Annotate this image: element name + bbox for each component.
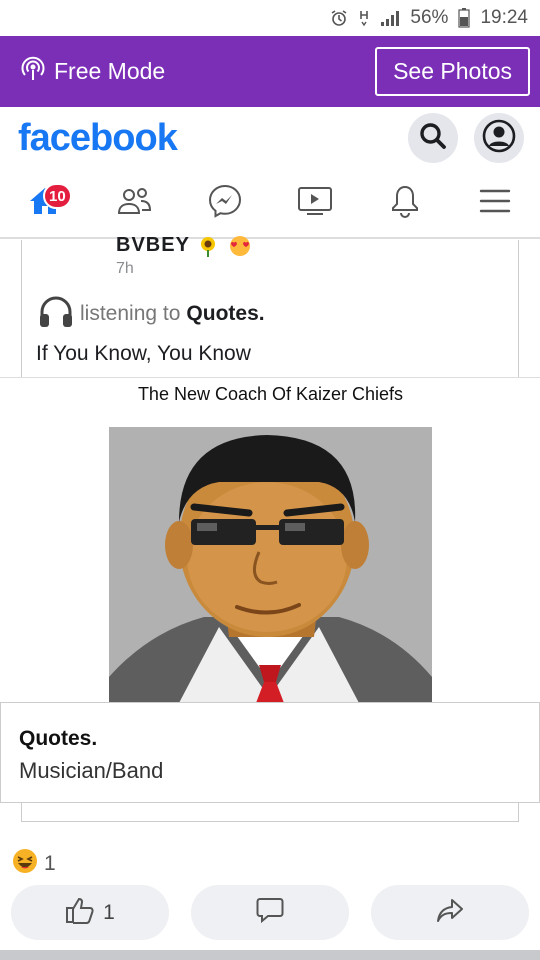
nav-menu[interactable]	[465, 173, 525, 233]
signal-icon	[380, 9, 400, 27]
facebook-logo[interactable]: facebook	[18, 117, 178, 160]
post-text: If You Know, You Know	[36, 342, 251, 365]
battery-percent: 56%	[410, 7, 449, 28]
post-author-text: BVBEY	[116, 234, 190, 256]
activity-target-link[interactable]: Quotes.	[186, 302, 264, 326]
app-header: facebook	[0, 107, 540, 169]
search-icon	[418, 121, 448, 156]
battery-icon	[458, 8, 471, 28]
laughing-emoji-icon	[12, 848, 38, 880]
nav-notifications[interactable]	[375, 173, 435, 233]
share-icon	[436, 897, 464, 929]
heart-eyes-emoji-icon	[227, 234, 253, 256]
see-photos-button[interactable]: See Photos	[375, 47, 530, 96]
comment-icon	[256, 896, 284, 930]
friends-icon	[117, 186, 153, 221]
watch-icon	[297, 185, 333, 222]
sunflower-emoji-icon	[196, 234, 227, 257]
home-notification-badge: 10	[43, 183, 72, 209]
post-header: BVBEY 7h listening to Quotes. If You Kno…	[21, 234, 519, 378]
bottom-divider	[0, 950, 540, 960]
post-timestamp[interactable]: 7h	[116, 260, 134, 278]
like-count: 1	[103, 900, 115, 924]
headphones-icon	[38, 294, 74, 334]
clock: 19:24	[480, 7, 528, 28]
menu-icon	[479, 187, 511, 220]
nav-friends[interactable]	[105, 173, 165, 233]
cartoon-portrait-image	[109, 427, 432, 703]
post-activity: listening to Quotes.	[38, 294, 265, 334]
page-category: Musician/Band	[19, 758, 164, 783]
thumbs-up-icon	[65, 896, 95, 930]
notifications-icon	[390, 184, 420, 223]
reaction-count: 1	[44, 852, 56, 875]
alarm-icon	[330, 9, 348, 27]
comment-button[interactable]	[191, 885, 349, 940]
page-name[interactable]: Quotes.	[19, 727, 97, 751]
reaction-summary[interactable]: 1	[12, 848, 56, 880]
post-actions: 1	[0, 885, 540, 941]
post-author[interactable]: BVBEY	[116, 234, 253, 257]
post-frame-bottom	[21, 803, 519, 822]
post-image[interactable]: The New Coach Of Kaizer Chiefs	[109, 378, 432, 703]
activity-prefix: listening to	[80, 302, 181, 325]
search-button[interactable]	[408, 113, 458, 163]
share-button[interactable]	[371, 885, 529, 940]
nav-home[interactable]: 10	[15, 173, 75, 233]
profile-button[interactable]	[474, 113, 524, 163]
messenger-icon	[208, 184, 242, 223]
like-button[interactable]: 1	[11, 885, 169, 940]
broadcast-icon	[20, 56, 46, 88]
free-mode-bar: Free Mode See Photos	[0, 36, 540, 107]
nav-watch[interactable]	[285, 173, 345, 233]
nav-messenger[interactable]	[195, 173, 255, 233]
network-h-icon	[358, 9, 370, 27]
main-nav: 10	[0, 169, 540, 239]
status-bar: 56% 19:24	[0, 0, 540, 36]
free-mode-label: Free Mode	[54, 58, 166, 84]
page-card[interactable]: Quotes. Musician/Band	[0, 702, 540, 803]
image-caption: The New Coach Of Kaizer Chiefs	[137, 384, 404, 404]
free-mode-indicator[interactable]: Free Mode	[20, 56, 165, 88]
profile-icon	[482, 119, 516, 158]
